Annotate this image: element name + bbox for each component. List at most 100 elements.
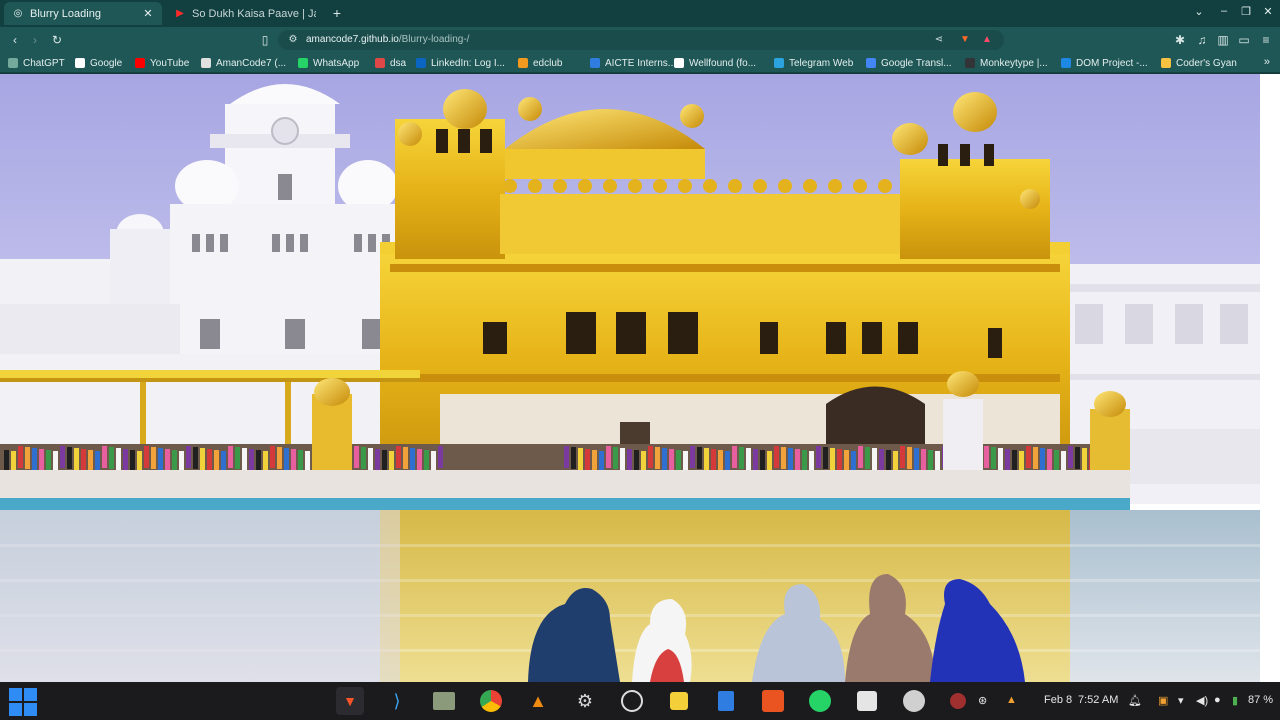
browser-toolbar: ‹ › ↻ ▯ ⚙ amancode7.github.io/Blurry-loa… <box>0 27 1280 53</box>
bookmark-item[interactable]: Google <box>75 56 122 70</box>
scrollbar[interactable] <box>1260 74 1280 682</box>
bookmark-label: edclub <box>533 57 563 69</box>
globe-icon: ◎ <box>13 8 23 19</box>
running-app-icon[interactable] <box>948 687 968 715</box>
bookmark-label: AmanCode7 (... <box>216 57 287 69</box>
site-info-icon[interactable]: ⚙ <box>286 33 300 47</box>
back-icon[interactable]: ‹ <box>7 32 23 48</box>
bookmarks-bar: ChatGPT Google YouTube AmanCode7 (... WhatsA… <box>0 53 1280 73</box>
wallet-icon[interactable]: ▭ <box>1236 32 1252 48</box>
tab-strip: ◎ Blurry Loading ✕ ▶ So Dukh Kaisa Paave… <box>0 0 1280 27</box>
menu-icon[interactable]: ≡ <box>1258 32 1274 48</box>
software-updater-icon[interactable] <box>900 687 928 715</box>
bookmark-item[interactable]: ChatGPT <box>8 56 65 70</box>
bookmark-item[interactable]: AICTE Interns... <box>590 56 676 70</box>
bookmark-label: AICTE Interns... <box>605 57 677 69</box>
clock-time[interactable]: 7:52 AM <box>1078 694 1118 706</box>
bookmark-favicon-icon <box>518 58 528 68</box>
music-player-icon[interactable] <box>665 687 693 715</box>
bookmark-favicon-icon <box>75 58 85 68</box>
tray-vlc-icon[interactable]: ▲ <box>1006 694 1017 706</box>
bookmark-label: Monkeytype |... <box>980 57 1048 69</box>
tray-update-icon[interactable]: ▣ <box>1158 694 1168 707</box>
bookmark-favicon-icon <box>8 58 18 68</box>
bookmark-favicon-icon <box>135 58 145 68</box>
brave-rewards-icon[interactable]: ▲ <box>980 33 994 47</box>
volume-icon[interactable]: ◀) <box>1196 694 1208 707</box>
bookmark-item[interactable]: DOM Project -... <box>1061 56 1148 70</box>
bookmark-item[interactable]: Telegram Web <box>774 56 853 70</box>
bookmark-favicon-icon <box>1061 58 1071 68</box>
bookmark-favicon-icon <box>590 58 600 68</box>
bookmark-label: Google Transl... <box>881 57 952 69</box>
bookmark-label: Coder's Gyan <box>1176 57 1237 69</box>
taskbar: ▼ ⟩ ▲ ⚙ ⊛ ▲ Feb 8 7:52 AM 🔔︎ ▣ ▾ ◀) ● ▮ … <box>0 682 1280 720</box>
chrome-icon[interactable] <box>477 687 505 715</box>
reload-icon[interactable]: ↻ <box>49 32 65 48</box>
obs-icon[interactable] <box>618 687 646 715</box>
new-tab-button[interactable]: + <box>330 4 344 22</box>
more-bookmarks-icon[interactable]: » <box>1264 56 1270 68</box>
vscode-icon[interactable]: ⟩ <box>383 687 411 715</box>
notes-icon[interactable] <box>853 687 881 715</box>
url-path: /Blurry-loading-/ <box>398 34 470 45</box>
bookmark-favicon-icon <box>965 58 975 68</box>
settings-icon[interactable]: ⚙ <box>571 687 599 715</box>
golden-temple-photo <box>0 74 1260 682</box>
close-window-icon[interactable]: ✕ <box>1259 5 1277 18</box>
url-text[interactable]: amancode7.github.io/Blurry-loading-/ <box>306 34 469 45</box>
bookmark-item[interactable]: Wellfound (fo... <box>674 56 756 70</box>
bookmark-item[interactable]: LinkedIn: Log I... <box>416 56 505 70</box>
battery-icon[interactable]: ▮ <box>1232 694 1238 707</box>
bookmark-item[interactable]: Google Transl... <box>866 56 952 70</box>
bookmark-label: LinkedIn: Log I... <box>431 57 505 69</box>
web-page <box>0 74 1280 682</box>
bookmark-item[interactable]: dsa <box>375 56 406 70</box>
tab-list-icon[interactable]: ⌄ <box>1190 5 1208 18</box>
start-menu-icon[interactable] <box>8 687 38 717</box>
bookmark-favicon-icon <box>416 58 426 68</box>
media-icon[interactable]: ♫ <box>1194 32 1210 48</box>
file-manager-icon[interactable] <box>430 687 458 715</box>
bookmark-item[interactable]: Coder's Gyan <box>1161 56 1237 70</box>
app-store-icon[interactable] <box>759 687 787 715</box>
share-icon[interactable]: ⋖ <box>932 33 946 47</box>
sidebar-icon[interactable]: ▥ <box>1215 32 1231 48</box>
bookmark-label: DOM Project -... <box>1076 57 1148 69</box>
bookmark-label: ChatGPT <box>23 57 65 69</box>
forward-icon[interactable]: › <box>27 32 43 48</box>
brave-browser-icon[interactable]: ▼ <box>336 687 364 715</box>
bookmark-item[interactable]: WhatsApp <box>298 56 359 70</box>
bookmark-item[interactable]: Monkeytype |... <box>965 56 1048 70</box>
bookmark-label: dsa <box>390 57 407 69</box>
bookmark-favicon-icon <box>375 58 385 68</box>
extensions-icon[interactable]: ✱ <box>1172 32 1188 48</box>
tab-blurry-loading[interactable]: ◎ Blurry Loading ✕ <box>4 2 162 25</box>
clock-date[interactable]: Feb 8 <box>1044 694 1072 706</box>
bookmark-label: WhatsApp <box>313 57 360 69</box>
bookmark-favicon-icon <box>298 58 308 68</box>
whatsapp-icon[interactable] <box>806 687 834 715</box>
bookmark-favicon-icon <box>1161 58 1171 68</box>
address-bar[interactable]: ⚙ amancode7.github.io/Blurry-loading-/ ⋖… <box>278 30 1004 50</box>
notifications-icon[interactable]: 🔔︎ <box>1128 694 1142 707</box>
wifi-icon[interactable]: ▾ <box>1178 694 1184 707</box>
tab-title: So Dukh Kaisa Paave | Ja... <box>192 7 316 20</box>
brave-shields-icon[interactable]: ▼ <box>958 33 972 47</box>
microphone-icon[interactable]: ● <box>1214 694 1221 706</box>
bookmark-item[interactable]: AmanCode7 (... <box>201 56 286 70</box>
minimize-icon[interactable]: – <box>1215 5 1233 17</box>
bookmark-icon[interactable]: ▯ <box>257 32 273 48</box>
bookmark-item[interactable]: YouTube <box>135 56 189 70</box>
tray-network-icon[interactable]: ⊛ <box>978 694 987 707</box>
document-editor-icon[interactable] <box>712 687 740 715</box>
vlc-icon[interactable]: ▲ <box>524 687 552 715</box>
close-icon[interactable]: ✕ <box>142 7 154 20</box>
youtube-icon: ▶ <box>176 8 184 19</box>
bookmark-favicon-icon <box>866 58 876 68</box>
bookmark-favicon-icon <box>774 58 784 68</box>
bookmark-item[interactable]: edclub <box>518 56 562 70</box>
maximize-icon[interactable]: ❐ <box>1237 5 1255 18</box>
bookmark-label: Wellfound (fo... <box>689 57 757 69</box>
tab-youtube[interactable]: ▶ So Dukh Kaisa Paave | Ja... <box>166 2 324 25</box>
